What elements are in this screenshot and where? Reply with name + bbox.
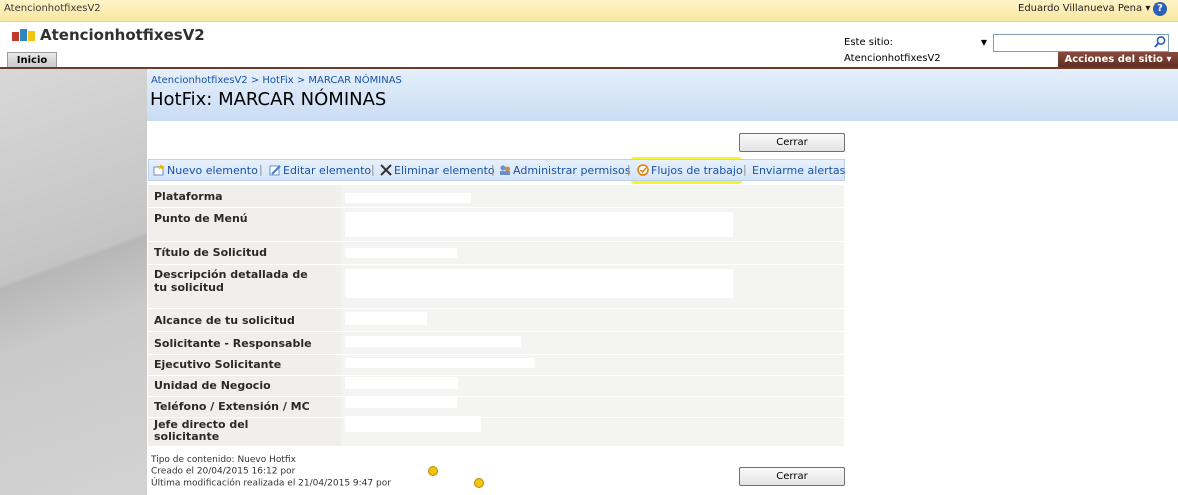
item-metadata: Tipo de contenido: Nuevo Hotfix Creado e…	[151, 455, 484, 489]
field-label-telefono: Teléfono / Extensión / MC	[154, 400, 310, 413]
page-title: HotFix: MARCAR NÓMINAS	[150, 89, 387, 110]
delete-item-label: Eliminar elemento	[394, 164, 495, 177]
modified-text: Última modificación realizada el 21/04/2…	[151, 478, 391, 488]
created-text: Creado el 20/04/2015 16:12 por	[151, 466, 296, 477]
modified-line: Última modificación realizada el 21/04/2…	[151, 477, 484, 490]
redacted-value	[345, 312, 427, 325]
redacted-value	[345, 193, 471, 203]
field-label-punto-menu: Punto de Menú	[154, 212, 248, 225]
field-label-unidad-negocio: Unidad de Negocio	[154, 379, 271, 392]
alert-me-label: Enviarme alertas	[752, 164, 846, 177]
breadcrumb[interactable]: AtencionhotfixesV2 > HotFix > MARCAR NÓM…	[151, 75, 402, 86]
site-title[interactable]: AtencionhotfixesV2	[40, 26, 205, 44]
edit-item-label: Editar elemento	[283, 164, 372, 177]
manage-permissions-label: Administrar permisos	[513, 164, 631, 177]
item-toolbar: Nuevo elemento | Editar elemento | Elimi…	[148, 159, 845, 181]
search-icon[interactable]	[1153, 35, 1167, 49]
chevron-down-icon: ▼	[980, 38, 987, 47]
new-item-button[interactable]: Nuevo elemento	[153, 164, 258, 177]
new-item-label: Nuevo elemento	[167, 164, 258, 177]
manage-permissions-button[interactable]: Administrar permisos	[499, 164, 630, 177]
field-label-plataforma: Plataforma	[154, 190, 223, 203]
edit-item-button[interactable]: Editar elemento	[269, 164, 371, 177]
toolbar-separator: |	[743, 163, 747, 176]
site-actions-menu[interactable]: Acciones del sitio ▾	[1058, 52, 1178, 68]
new-item-icon	[153, 164, 164, 176]
redacted-value	[345, 377, 458, 389]
presence-icon	[473, 477, 484, 488]
alert-me-button[interactable]: Enviarme alertas	[752, 164, 845, 177]
site-logo-icon	[12, 29, 35, 41]
tab-home[interactable]: Inicio	[7, 52, 57, 68]
toolbar-separator: |	[371, 163, 375, 176]
toolbar-separator: |	[627, 163, 631, 176]
delete-item-button[interactable]: Eliminar elemento	[380, 164, 495, 177]
toolbar-separator: |	[259, 163, 263, 176]
redacted-value	[345, 336, 521, 347]
redacted-value	[345, 416, 481, 432]
close-button-top[interactable]: Cerrar	[739, 133, 845, 152]
redacted-value	[345, 396, 457, 408]
field-label-titulo: Título de Solicitud	[154, 246, 267, 259]
workflow-icon	[637, 164, 649, 176]
left-navigation-pane	[0, 69, 147, 495]
redacted-value	[345, 212, 733, 237]
content-type-text: Tipo de contenido: Nuevo Hotfix	[151, 455, 296, 465]
site-name-link[interactable]: AtencionhotfixesV2	[4, 3, 101, 14]
edit-item-icon	[269, 165, 281, 176]
top-bar: AtencionhotfixesV2 Eduardo Villanueva Pe…	[0, 0, 1178, 22]
field-label-descripcion: Descripción detallada de tu solicitud	[154, 268, 308, 294]
user-menu[interactable]: Eduardo Villanueva Pena ▾ |	[1018, 3, 1157, 14]
field-label-ejecutivo: Ejecutivo Solicitante	[154, 358, 282, 371]
toolbar-separator: |	[491, 163, 495, 176]
field-label-jefe-directo: Jefe directo del solicitante	[154, 418, 249, 443]
permissions-icon	[500, 165, 510, 175]
search-scope-select[interactable]: Este sitio: AtencionhotfixesV2 ▼	[843, 34, 992, 64]
field-label-alcance: Alcance de tu solicitud	[154, 314, 295, 327]
search-input[interactable]	[993, 34, 1169, 52]
workflows-button[interactable]: Flujos de trabajo	[637, 164, 743, 177]
delete-icon	[380, 164, 392, 176]
help-icon[interactable]: ?	[1153, 2, 1167, 16]
redacted-value	[345, 358, 535, 368]
created-line: Creado el 20/04/2015 16:12 por	[151, 466, 484, 478]
field-label-solicitante: Solicitante - Responsable	[154, 337, 312, 350]
redacted-value	[345, 248, 457, 258]
workflows-label: Flujos de trabajo	[651, 164, 743, 177]
presence-icon	[428, 466, 439, 476]
close-button-bottom[interactable]: Cerrar	[739, 467, 845, 486]
search-scope-label: Este sitio: AtencionhotfixesV2	[844, 37, 941, 64]
redacted-value	[345, 269, 733, 298]
